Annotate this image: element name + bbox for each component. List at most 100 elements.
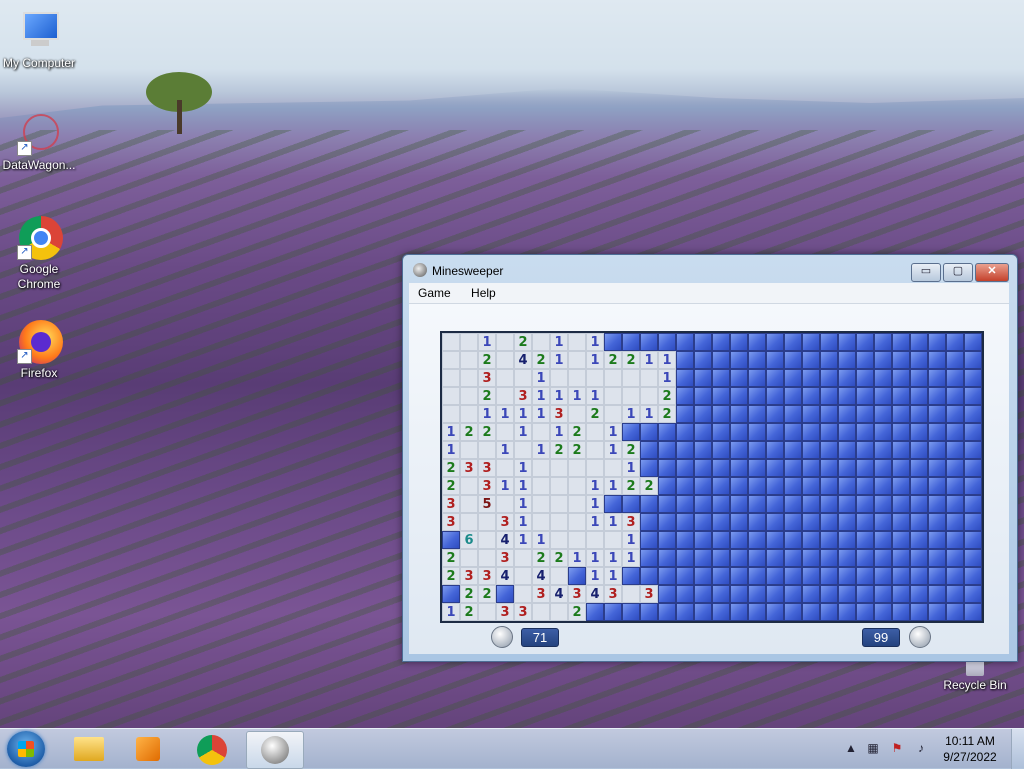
revealed-cell[interactable]: 2 [568,423,586,441]
unrevealed-cell[interactable] [946,567,964,585]
unrevealed-cell[interactable] [622,567,640,585]
unrevealed-cell[interactable] [604,495,622,513]
unrevealed-cell[interactable] [964,567,982,585]
unrevealed-cell[interactable] [694,513,712,531]
unrevealed-cell[interactable] [820,441,838,459]
minimize-button[interactable]: ▭ [911,263,941,282]
unrevealed-cell[interactable] [748,333,766,351]
unrevealed-cell[interactable] [748,459,766,477]
unrevealed-cell[interactable] [838,423,856,441]
unrevealed-cell[interactable] [910,495,928,513]
unrevealed-cell[interactable] [784,495,802,513]
unrevealed-cell[interactable] [856,333,874,351]
revealed-cell[interactable]: 3 [622,513,640,531]
revealed-cell[interactable] [550,459,568,477]
unrevealed-cell[interactable] [802,351,820,369]
unrevealed-cell[interactable] [712,405,730,423]
revealed-cell[interactable]: 4 [514,351,532,369]
unrevealed-cell[interactable] [892,369,910,387]
revealed-cell[interactable]: 1 [514,531,532,549]
unrevealed-cell[interactable] [892,513,910,531]
unrevealed-cell[interactable] [892,351,910,369]
unrevealed-cell[interactable] [802,369,820,387]
unrevealed-cell[interactable] [748,585,766,603]
unrevealed-cell[interactable] [748,387,766,405]
revealed-cell[interactable] [460,369,478,387]
revealed-cell[interactable]: 1 [496,477,514,495]
unrevealed-cell[interactable] [856,441,874,459]
unrevealed-cell[interactable] [586,603,604,621]
revealed-cell[interactable]: 2 [478,423,496,441]
unrevealed-cell[interactable] [838,459,856,477]
unrevealed-cell[interactable] [964,513,982,531]
revealed-cell[interactable]: 3 [442,495,460,513]
unrevealed-cell[interactable] [820,333,838,351]
revealed-cell[interactable] [496,369,514,387]
unrevealed-cell[interactable] [964,477,982,495]
unrevealed-cell[interactable] [604,333,622,351]
unrevealed-cell[interactable] [856,585,874,603]
revealed-cell[interactable]: 3 [460,567,478,585]
unrevealed-cell[interactable] [820,351,838,369]
revealed-cell[interactable] [496,423,514,441]
unrevealed-cell[interactable] [874,459,892,477]
unrevealed-cell[interactable] [928,387,946,405]
revealed-cell[interactable]: 4 [496,567,514,585]
revealed-cell[interactable] [514,549,532,567]
revealed-cell[interactable]: 1 [550,333,568,351]
unrevealed-cell[interactable] [712,333,730,351]
unrevealed-cell[interactable] [784,423,802,441]
unrevealed-cell[interactable] [766,531,784,549]
revealed-cell[interactable] [568,495,586,513]
revealed-cell[interactable] [496,387,514,405]
unrevealed-cell[interactable] [910,585,928,603]
menu-help[interactable]: Help [462,283,504,300]
unrevealed-cell[interactable] [658,549,676,567]
unrevealed-cell[interactable] [928,531,946,549]
close-button[interactable]: ✕ [975,263,1009,282]
revealed-cell[interactable]: 2 [586,405,604,423]
unrevealed-cell[interactable] [640,423,658,441]
unrevealed-cell[interactable] [748,567,766,585]
unrevealed-cell[interactable] [820,603,838,621]
revealed-cell[interactable] [478,441,496,459]
unrevealed-cell[interactable] [856,351,874,369]
unrevealed-cell[interactable] [892,441,910,459]
unrevealed-cell[interactable] [838,495,856,513]
unrevealed-cell[interactable] [856,603,874,621]
unrevealed-cell[interactable] [964,603,982,621]
unrevealed-cell[interactable] [622,423,640,441]
unrevealed-cell[interactable] [928,585,946,603]
unrevealed-cell[interactable] [946,477,964,495]
unrevealed-cell[interactable] [784,477,802,495]
unrevealed-cell[interactable] [784,441,802,459]
unrevealed-cell[interactable] [856,567,874,585]
unrevealed-cell[interactable] [856,477,874,495]
unrevealed-cell[interactable] [676,567,694,585]
revealed-cell[interactable] [568,333,586,351]
unrevealed-cell[interactable] [640,549,658,567]
unrevealed-cell[interactable] [964,495,982,513]
taskbar-google-chrome[interactable] [184,731,240,767]
unrevealed-cell[interactable] [856,513,874,531]
unrevealed-cell[interactable] [748,441,766,459]
revealed-cell[interactable]: 2 [622,441,640,459]
unrevealed-cell[interactable] [748,549,766,567]
unrevealed-cell[interactable] [928,333,946,351]
unrevealed-cell[interactable] [730,459,748,477]
revealed-cell[interactable]: 1 [658,369,676,387]
unrevealed-cell[interactable] [874,495,892,513]
unrevealed-cell[interactable] [676,585,694,603]
unrevealed-cell[interactable] [874,423,892,441]
revealed-cell[interactable]: 1 [640,351,658,369]
unrevealed-cell[interactable] [964,351,982,369]
revealed-cell[interactable] [460,495,478,513]
unrevealed-cell[interactable] [676,351,694,369]
unrevealed-cell[interactable] [658,441,676,459]
unrevealed-cell[interactable] [748,513,766,531]
unrevealed-cell[interactable] [874,567,892,585]
clock[interactable]: 10:11 AM 9/27/2022 [940,733,1000,765]
unrevealed-cell[interactable] [928,567,946,585]
revealed-cell[interactable] [496,333,514,351]
revealed-cell[interactable]: 2 [640,477,658,495]
